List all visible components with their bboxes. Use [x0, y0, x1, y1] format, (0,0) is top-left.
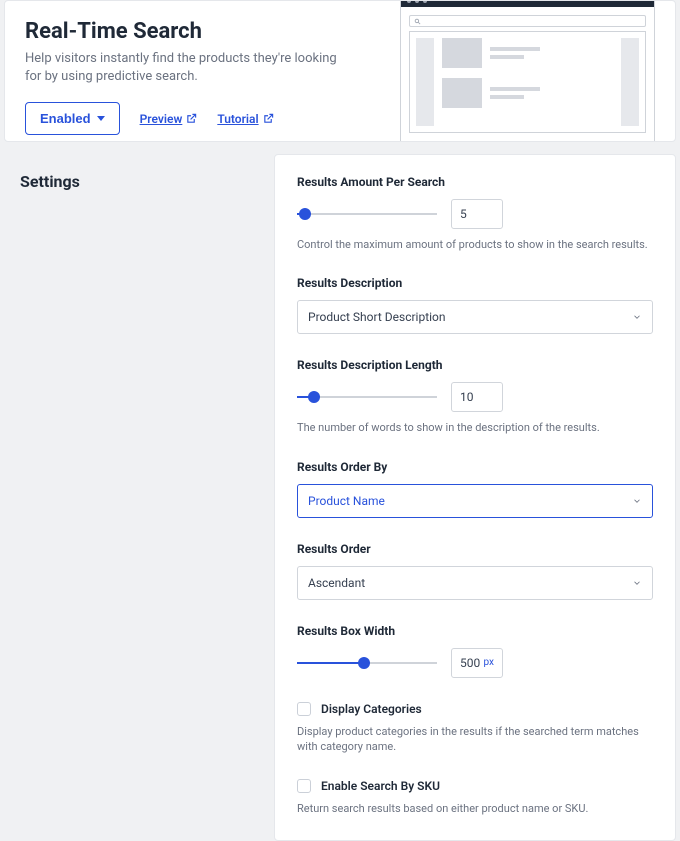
enable-sku-checkbox[interactable]: [297, 779, 311, 793]
chevron-down-icon: [632, 312, 642, 322]
results-description-select[interactable]: Product Short Description: [297, 300, 653, 334]
results-box-width-input[interactable]: 500 px: [451, 648, 503, 678]
page-description: Help visitors instantly find the product…: [25, 50, 345, 86]
results-amount-value: 5: [460, 207, 467, 221]
results-amount-slider[interactable]: [297, 207, 437, 221]
enabled-toggle-button[interactable]: Enabled: [25, 102, 120, 135]
field-help: Return search results based on either pr…: [297, 801, 653, 816]
field-label: Results Description: [297, 276, 653, 290]
field-results-order-by: Results Order By Product Name: [297, 460, 653, 518]
field-results-box-width: Results Box Width 500 px: [297, 624, 653, 678]
external-link-icon: [263, 113, 274, 124]
select-value: Ascendant: [308, 576, 365, 590]
external-link-icon: [186, 113, 197, 124]
field-help: Display product categories in the result…: [297, 724, 653, 755]
search-icon: [414, 18, 421, 25]
field-results-amount: Results Amount Per Search 5 Control the …: [297, 175, 653, 252]
field-results-order: Results Order Ascendant: [297, 542, 653, 600]
settings-panel: Results Amount Per Search 5 Control the …: [274, 154, 676, 841]
select-value: Product Name: [308, 494, 385, 508]
field-enable-sku: Enable Search By SKU Return search resul…: [297, 779, 653, 816]
select-value: Product Short Description: [308, 310, 446, 324]
checkbox-label: Display Categories: [321, 702, 422, 716]
field-label: Results Order By: [297, 460, 653, 474]
results-box-width-value: 500: [460, 656, 480, 670]
feature-header-card: Real-Time Search Help visitors instantly…: [4, 0, 676, 142]
preview-illustration: [400, 0, 655, 142]
results-amount-input[interactable]: 5: [451, 199, 503, 229]
unit-label: px: [483, 657, 494, 668]
field-results-description-length: Results Description Length 10 The number…: [297, 358, 653, 435]
caret-down-icon: [97, 116, 105, 121]
preview-link-label: Preview: [140, 112, 183, 126]
chevron-down-icon: [632, 496, 642, 506]
preview-link[interactable]: Preview: [140, 112, 198, 126]
results-description-length-slider[interactable]: [297, 390, 437, 404]
settings-sidebar: Settings: [4, 154, 274, 841]
chevron-down-icon: [632, 578, 642, 588]
results-description-length-value: 10: [460, 390, 474, 404]
results-description-length-input[interactable]: 10: [451, 382, 503, 412]
results-order-select[interactable]: Ascendant: [297, 566, 653, 600]
field-help: The number of words to show in the descr…: [297, 420, 653, 435]
results-order-by-select[interactable]: Product Name: [297, 484, 653, 518]
field-label: Results Description Length: [297, 358, 653, 372]
tutorial-link-label: Tutorial: [217, 112, 258, 126]
field-help: Control the maximum amount of products t…: [297, 237, 653, 252]
field-results-description: Results Description Product Short Descri…: [297, 276, 653, 334]
field-label: Results Box Width: [297, 624, 653, 638]
header-actions: Enabled Preview Tutorial: [25, 102, 380, 135]
checkbox-label: Enable Search By SKU: [321, 779, 440, 793]
tutorial-link[interactable]: Tutorial: [217, 112, 273, 126]
field-label: Results Order: [297, 542, 653, 556]
page-title: Real-Time Search: [25, 19, 380, 44]
settings-section: Settings Results Amount Per Search 5 Con…: [0, 154, 680, 841]
results-box-width-slider[interactable]: [297, 656, 437, 670]
field-display-categories: Display Categories Display product categ…: [297, 702, 653, 755]
field-label: Results Amount Per Search: [297, 175, 653, 189]
settings-heading: Settings: [20, 172, 258, 191]
feature-header-text: Real-Time Search Help visitors instantly…: [25, 15, 380, 141]
enabled-toggle-label: Enabled: [40, 111, 91, 126]
display-categories-checkbox[interactable]: [297, 702, 311, 716]
